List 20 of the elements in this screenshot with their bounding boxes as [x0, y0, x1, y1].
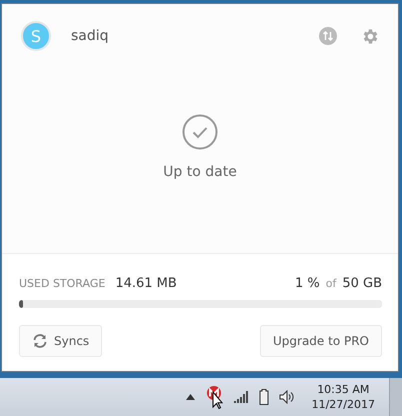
refresh-icon: [32, 333, 48, 349]
used-storage: 14.61 MB: [115, 276, 177, 291]
of-label: of: [326, 277, 336, 290]
check-circle-icon: [182, 114, 218, 150]
volume-icon[interactable]: [278, 390, 295, 404]
account-name: sadiq: [71, 28, 110, 44]
syncs-button[interactable]: Syncs: [19, 325, 102, 357]
show-hidden-icons-icon[interactable]: [186, 394, 195, 400]
signal-icon[interactable]: [232, 391, 249, 403]
clock-time: 10:35 AM: [317, 383, 370, 396]
upgrade-button[interactable]: Upgrade to PRO: [260, 325, 382, 357]
avatar: S: [21, 21, 51, 51]
storage-percent: 1 %: [294, 276, 320, 291]
storage-label: USED STORAGE: [19, 277, 106, 290]
sync-status: Up to date: [163, 164, 237, 180]
cloud-app-icon[interactable]: [204, 384, 223, 410]
storage-total: 50 GB: [342, 276, 382, 291]
battery-icon[interactable]: [258, 389, 269, 405]
taskbar-clock[interactable]: 10:35 AM 11/27/2017: [312, 383, 375, 411]
clock-date: 11/27/2017: [312, 398, 375, 411]
